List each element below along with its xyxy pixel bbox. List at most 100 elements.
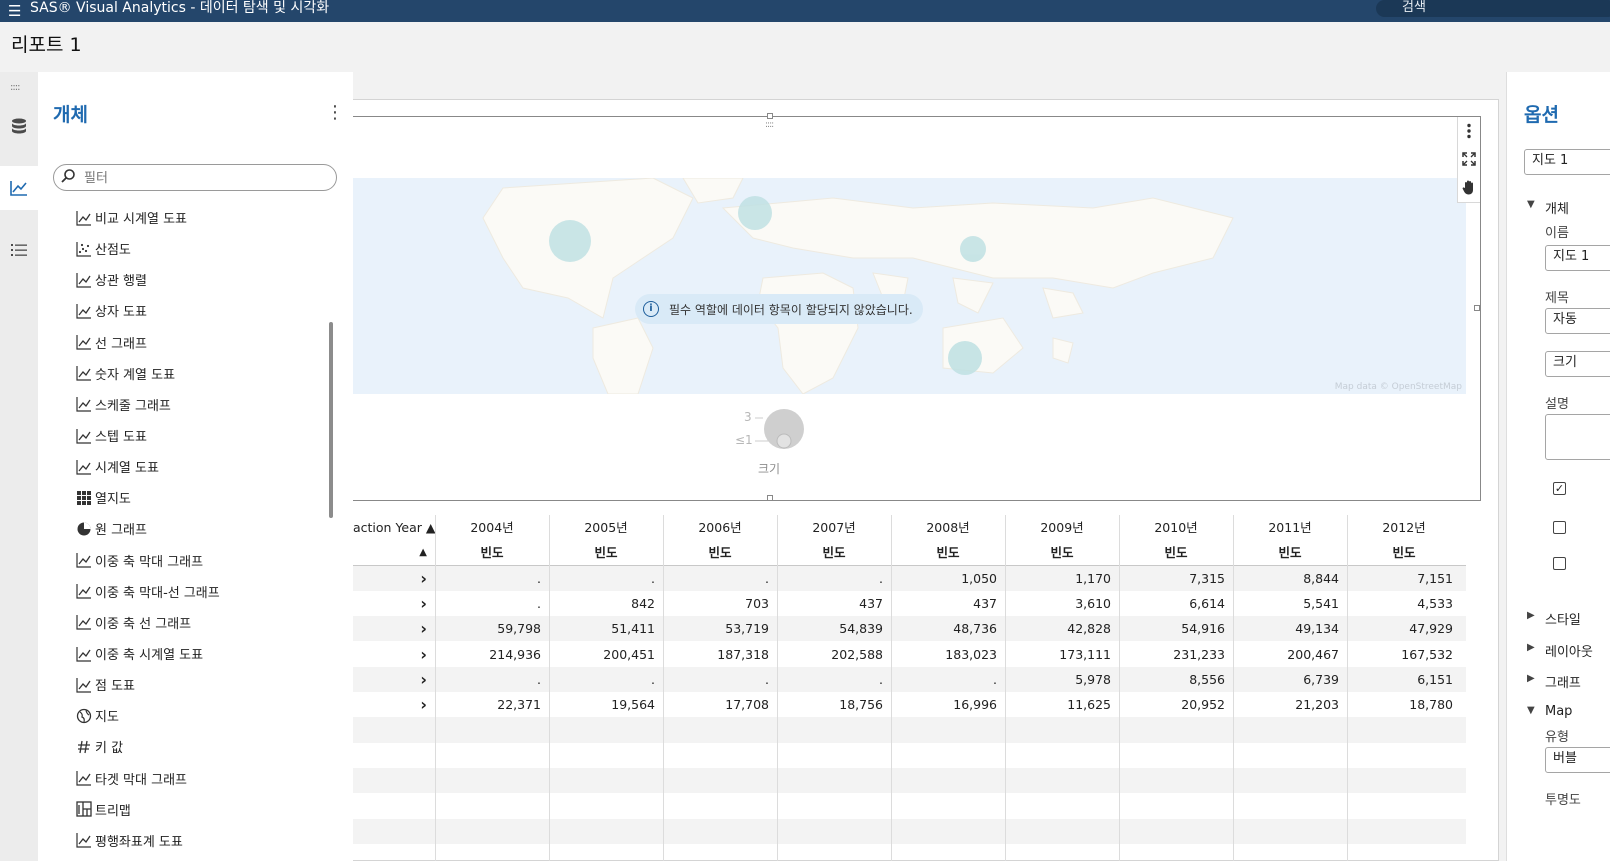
object-item[interactable]: 타겟 막대 그래프 — [74, 763, 329, 794]
object-item[interactable]: 이중 축 막대-선 그래프 — [74, 576, 329, 607]
column-header-year[interactable]: 2007년 — [777, 515, 891, 540]
object-item[interactable]: 이중 축 막대 그래프 — [74, 545, 329, 576]
section-layout[interactable]: 레이아웃 — [1545, 641, 1593, 660]
checkbox-3[interactable] — [1553, 557, 1566, 570]
header-row: action Year ▲ 2004년 2005년 2006년 2007년 2008년 20… — [353, 515, 1466, 540]
app-header: ☰ SAS® Visual Analytics - 데이터 탐색 및 시각화 검… — [0, 0, 1610, 22]
column-header-year[interactable]: 2006년 — [663, 515, 777, 540]
title-dropdown[interactable]: 자동 — [1545, 308, 1610, 334]
table-cell: 183,023 — [945, 646, 997, 662]
chevron-right-icon[interactable]: › — [353, 667, 435, 692]
column-header-year[interactable]: 2010년 — [1119, 515, 1233, 540]
resize-handle-top[interactable] — [767, 113, 773, 119]
drag-grip-icon[interactable]: :::: — [10, 82, 21, 93]
collapse-arrow-icon[interactable]: ▼ — [1527, 199, 1535, 210]
expand-arrow-icon[interactable]: ▶ — [1527, 673, 1535, 684]
row-header-title[interactable]: action Year ▲ — [353, 515, 436, 540]
chevron-right-icon[interactable]: › — [353, 566, 435, 591]
section-style[interactable]: 스타일 — [1545, 609, 1581, 628]
object-item[interactable]: 이중 축 시계열 도표 — [74, 638, 329, 669]
crosstab-table[interactable]: action Year ▲ 2004년 2005년 2006년 2007년 2008년 20… — [353, 515, 1466, 861]
more-options-icon[interactable]: ⋮ — [326, 102, 344, 123]
object-item[interactable]: 산점도 — [74, 233, 329, 264]
object-item[interactable]: 선 그래프 — [74, 327, 329, 358]
left-rail: :::: — [0, 72, 38, 861]
object-item-label: 이중 축 선 그래프 — [95, 616, 192, 632]
section-map[interactable]: Map — [1545, 704, 1572, 719]
object-item[interactable]: 숫자 계열 도표 — [74, 358, 329, 389]
dual-axis-bar-icon — [76, 553, 91, 568]
name-field[interactable]: 지도 1 — [1545, 245, 1610, 271]
filter-input[interactable] — [84, 168, 324, 188]
object-item[interactable]: 키 값 — [74, 731, 329, 762]
pan-hand-icon[interactable] — [1462, 179, 1477, 195]
checkbox-1[interactable]: ✓ — [1553, 482, 1566, 495]
object-item[interactable]: 트리맵 — [74, 794, 329, 825]
object-item[interactable]: 비교 시계열 도표 — [74, 202, 329, 233]
column-header-year[interactable]: 2012년 — [1347, 515, 1461, 540]
object-item[interactable]: 스텝 도표 — [74, 420, 329, 451]
chevron-right-icon[interactable]: › — [353, 591, 435, 616]
drag-handle-icon[interactable]: :::: — [765, 120, 774, 130]
chevron-right-icon[interactable]: › — [353, 616, 435, 641]
column-header-year[interactable]: 2011년 — [1233, 515, 1347, 540]
description-field[interactable] — [1545, 414, 1610, 460]
object-toolbar — [1457, 117, 1480, 203]
table-cell: 842 — [631, 595, 655, 611]
search-field[interactable]: 검색 — [1376, 0, 1610, 17]
objects-scrollbar[interactable] — [329, 322, 333, 518]
chevron-right-icon[interactable]: › — [353, 642, 435, 667]
more-options-icon[interactable] — [1466, 123, 1472, 139]
comparative-time-series-icon — [76, 210, 91, 226]
object-item[interactable]: 상자 도표 — [74, 295, 329, 326]
column-header-year[interactable]: 2005년 — [549, 515, 663, 540]
type-dropdown[interactable]: 버블 — [1545, 747, 1610, 773]
table-cell: 47,929 — [1409, 621, 1453, 637]
grid-line — [1119, 515, 1120, 861]
object-item-label: 이중 축 막대-선 그래프 — [95, 585, 220, 601]
geo-map-object[interactable]: :::: Map data © OpenStreetMap i 필수 역할에 데… — [353, 113, 1481, 501]
table-row: ›. 842 703 437 437 3,610 6,614 5,541 4,533 — [353, 591, 1466, 616]
object-item[interactable]: 이중 축 선 그래프 — [74, 607, 329, 638]
globe-icon — [76, 708, 92, 723]
data-pane-tab[interactable] — [0, 105, 38, 149]
object-item[interactable]: 열지도 — [74, 482, 329, 513]
table-cell: 21,203 — [1295, 697, 1339, 713]
object-item[interactable]: 스케줄 그래프 — [74, 389, 329, 420]
resize-handle-right[interactable] — [1474, 305, 1480, 311]
hamburger-icon[interactable]: ☰ — [8, 3, 21, 19]
checkbox-2[interactable] — [1553, 521, 1566, 534]
column-header-year[interactable]: 2004년 — [435, 515, 549, 540]
maximize-icon[interactable] — [1462, 152, 1476, 166]
column-header-year[interactable]: 2009년 — [1005, 515, 1119, 540]
objects-pane-tab[interactable] — [0, 166, 38, 210]
object-item[interactable]: 평행좌표계 도표 — [74, 825, 329, 856]
object-item-label: 상자 도표 — [95, 305, 147, 321]
object-item[interactable]: 상관 행렬 — [74, 264, 329, 295]
resize-handle-bottom[interactable] — [767, 495, 773, 501]
title-size-dropdown[interactable]: 크기 — [1545, 351, 1610, 377]
outline-list-icon — [11, 244, 27, 256]
section-object[interactable]: 개체 — [1545, 198, 1569, 217]
section-graph[interactable]: 그래프 — [1545, 672, 1581, 691]
report-title[interactable]: 리포트 1 — [11, 32, 82, 58]
measure-header: 빈도 — [1050, 545, 1074, 561]
table-row — [353, 818, 1466, 844]
filter-field[interactable] — [53, 164, 337, 191]
map-area[interactable]: Map data © OpenStreetMap — [353, 178, 1466, 394]
expand-arrow-icon[interactable]: ▶ — [1527, 642, 1535, 653]
object-selector[interactable]: 지도 1 — [1524, 149, 1610, 175]
expand-arrow-icon[interactable]: ▶ — [1527, 610, 1535, 621]
sort-indicator-icon[interactable]: ▲ — [353, 540, 435, 565]
column-header-year[interactable]: 2008년 — [891, 515, 1005, 540]
object-item[interactable]: 지도 — [74, 700, 329, 731]
chevron-right-icon[interactable]: › — [353, 692, 435, 717]
outline-pane-tab[interactable] — [0, 228, 38, 272]
measure-header: 빈도 — [480, 545, 504, 561]
table-row — [353, 717, 1466, 743]
objects-list: 비교 시계열 도표 산점도 상관 행렬상자 도표선 그래프 숫자 계열 도표 스케줄 그… — [74, 202, 329, 861]
object-item[interactable]: 점 도표 — [74, 669, 329, 700]
object-item[interactable]: 원 그래프 — [74, 513, 329, 544]
object-item[interactable]: 시계열 도표 — [74, 451, 329, 482]
collapse-arrow-icon[interactable]: ▼ — [1527, 705, 1535, 716]
